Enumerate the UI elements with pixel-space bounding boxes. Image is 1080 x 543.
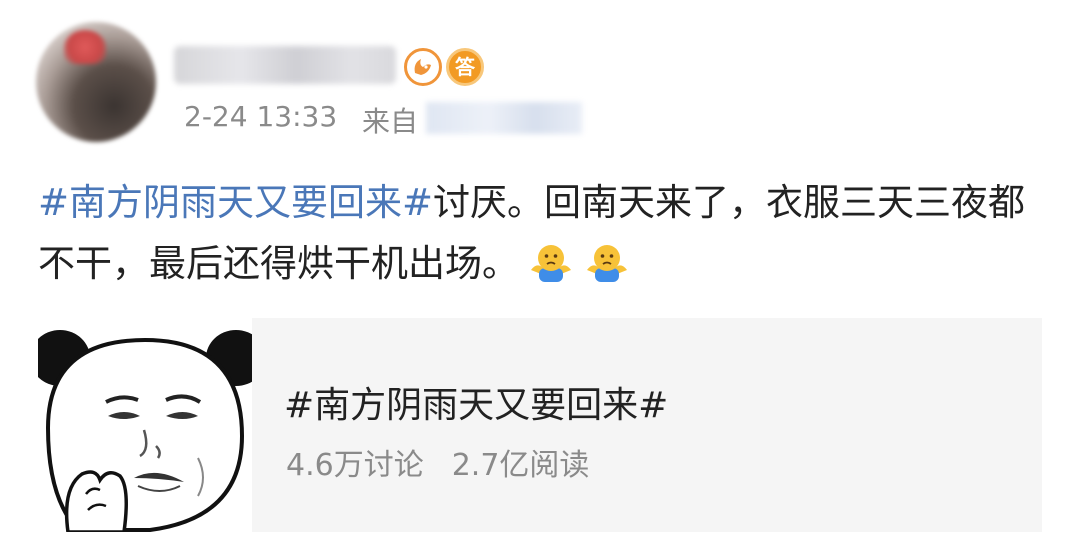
avatar-hat-decoration [64,30,106,64]
answer-badge-icon[interactable]: 答 [446,48,484,86]
answer-badge-text: 答 [455,55,475,79]
post-topic-link[interactable]: #南方阴雨天又要回来# [38,181,433,224]
avatar[interactable] [36,22,156,142]
post-source-label: 来自 [362,105,419,138]
shrug-emoji-icon [587,245,627,282]
username-blurred[interactable] [174,46,396,84]
card-topic-title: #南方阴雨天又要回来# [284,385,669,426]
topic-card[interactable]: #南方阴雨天又要回来# 4.6万讨论 2.7亿阅读 [38,318,1042,532]
card-read-count: 2.7亿阅读 [451,448,590,483]
panda-meme-image [38,318,252,532]
card-discussion-count: 4.6万讨论 [286,448,424,483]
post-body: #南方阴雨天又要回来#讨厌。回南天来了，衣服三天三夜都不干，最后还得烘干机出场。 [38,172,1038,294]
shrug-emoji-icon [531,245,571,282]
post-timestamp: 2-24 13:33 [184,100,338,133]
source-app-blurred[interactable] [426,102,582,134]
card-topic-stats: 4.6万讨论 2.7亿阅读 [286,440,589,484]
fox-badge-icon[interactable] [404,48,442,86]
